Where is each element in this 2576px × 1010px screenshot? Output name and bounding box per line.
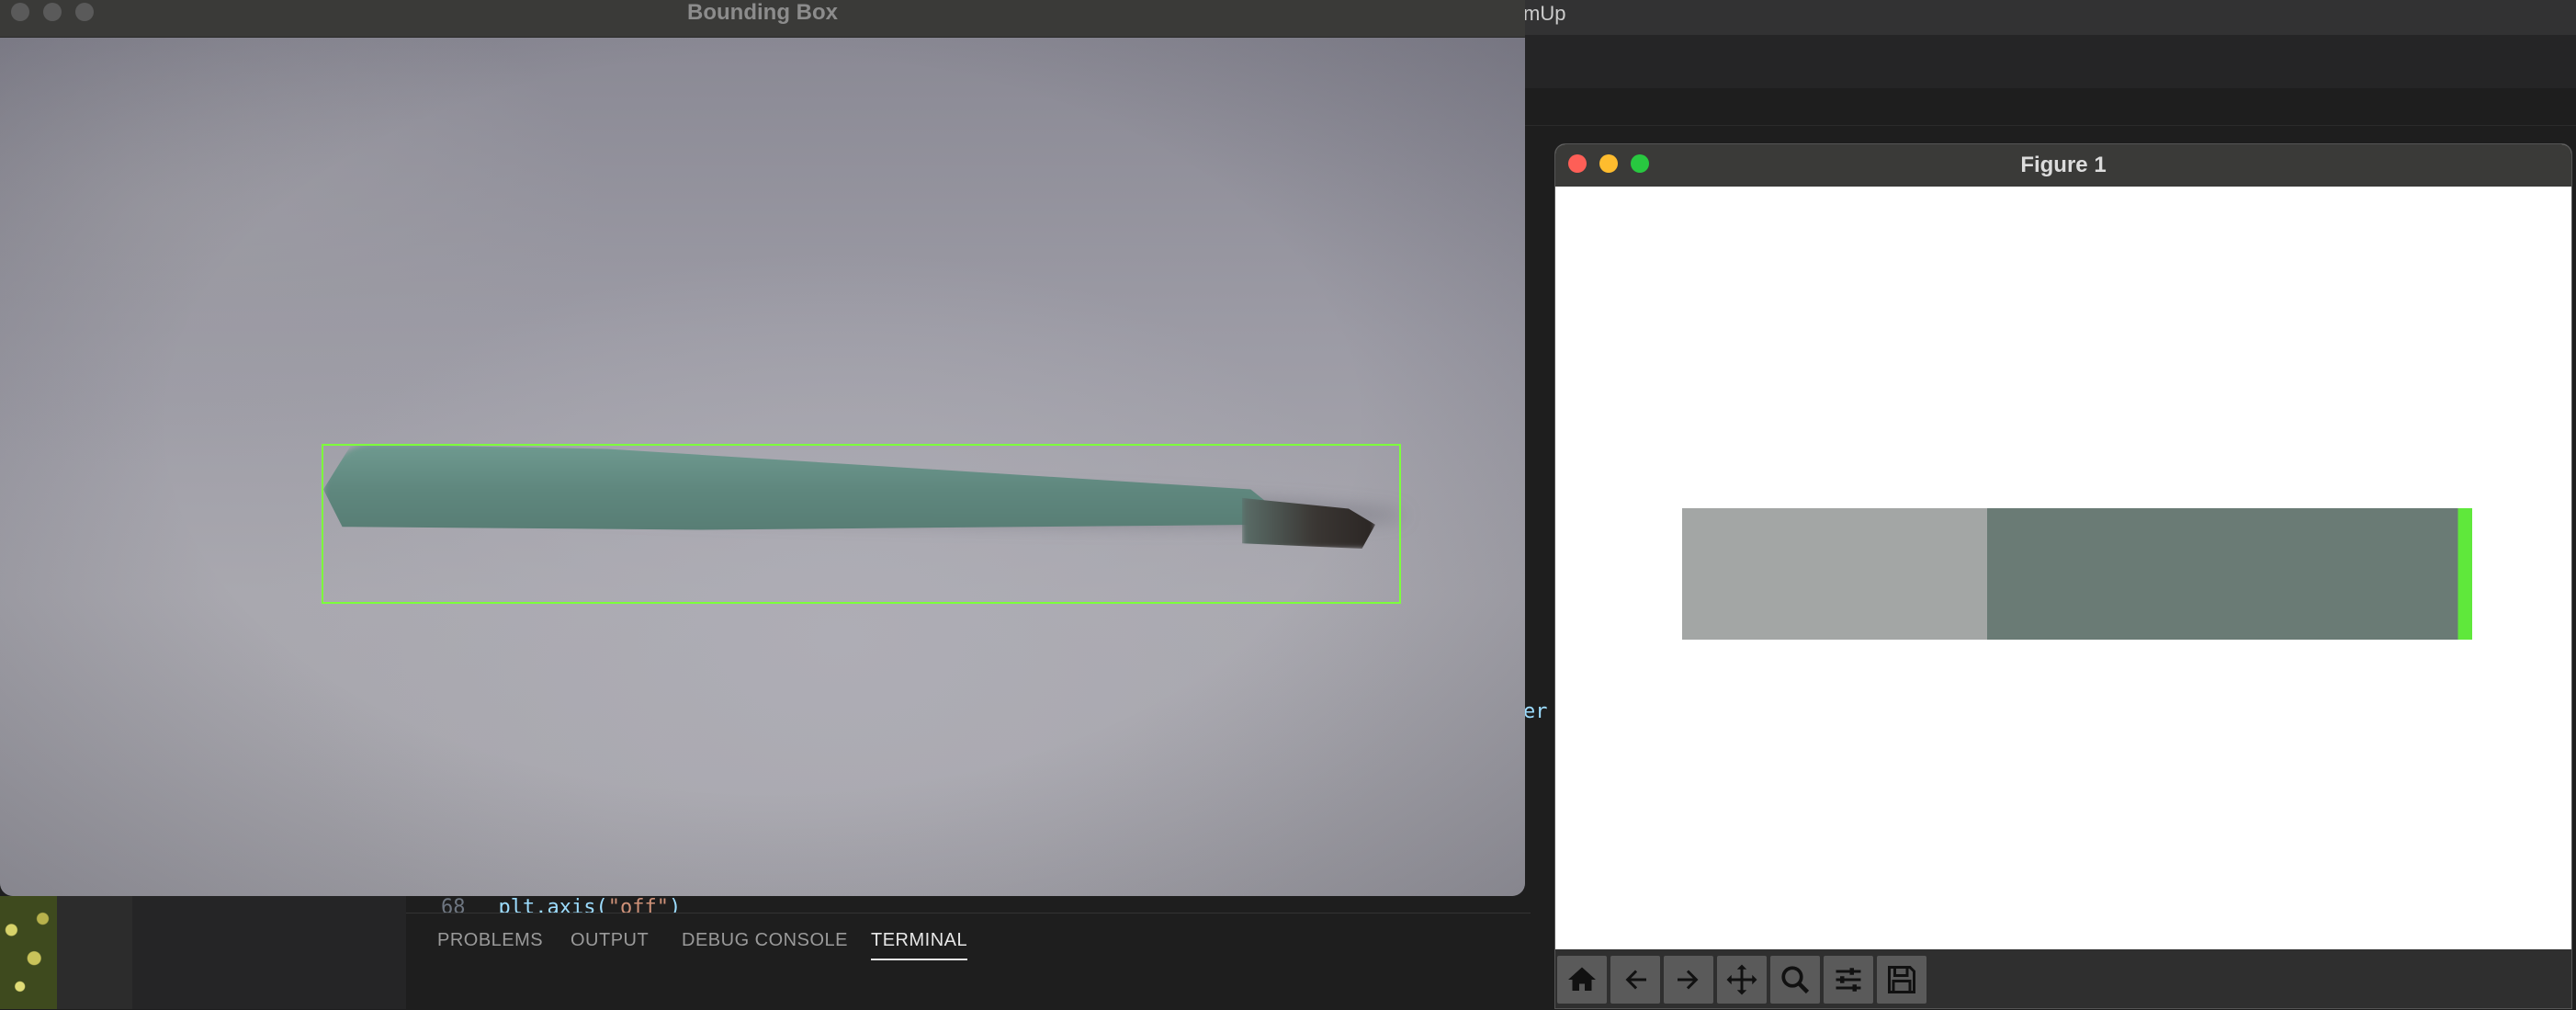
desktop-wallpaper-thumbnail (0, 896, 57, 1009)
tab-output[interactable]: OUTPUT (571, 930, 649, 951)
configure-subplots-button[interactable] (1824, 956, 1873, 1004)
code-fragment: er (1523, 700, 1548, 723)
figure-toolbar (1555, 949, 2571, 1008)
back-arrow-icon (1625, 970, 1646, 990)
tab-debug-console[interactable]: DEBUG CONSOLE (682, 930, 848, 951)
activity-bar (57, 882, 132, 1009)
forward-arrow-icon (1678, 970, 1699, 990)
pan-move-icon (1726, 964, 1757, 995)
back-button[interactable] (1610, 956, 1660, 1004)
detection-bounding-box (322, 444, 1401, 604)
forward-button[interactable] (1664, 956, 1713, 1004)
color-segment-1 (1682, 508, 1987, 640)
tab-problems[interactable]: PROBLEMS (437, 930, 543, 951)
color-bar-chart (1682, 508, 2472, 640)
tab-terminal[interactable]: TERMINAL (871, 930, 968, 960)
figure-window: Figure 1 (1554, 143, 2572, 1009)
panel-tab-bar: PROBLEMS OUTPUT DEBUG CONSOLE TERMINAL (406, 913, 1531, 1010)
configure-subplots-icon (1836, 968, 1861, 992)
zoom-button[interactable] (1770, 956, 1820, 1004)
color-segment-2 (1986, 508, 2458, 640)
explorer-sidebar (132, 882, 406, 1009)
home-button[interactable] (1557, 956, 1607, 1004)
bounding-box-window: Bounding Box (0, 0, 1525, 896)
save-icon (1888, 966, 1915, 993)
color-segment-3 (2457, 508, 2472, 640)
editor-title-fragment: mUp (1523, 2, 1566, 25)
window-title: Figure 1 (2020, 153, 2107, 177)
zoom-magnifier-icon (1781, 966, 1810, 994)
figure-canvas[interactable] (1555, 187, 2571, 949)
bounding-box-titlebar[interactable]: Bounding Box (0, 0, 1525, 38)
camera-image (0, 38, 1525, 896)
save-button[interactable] (1877, 956, 1926, 1004)
home-icon (1568, 967, 1596, 991)
window-title: Bounding Box (687, 0, 838, 25)
figure-titlebar[interactable]: Figure 1 (1555, 144, 2571, 187)
pan-button[interactable] (1717, 956, 1767, 1004)
